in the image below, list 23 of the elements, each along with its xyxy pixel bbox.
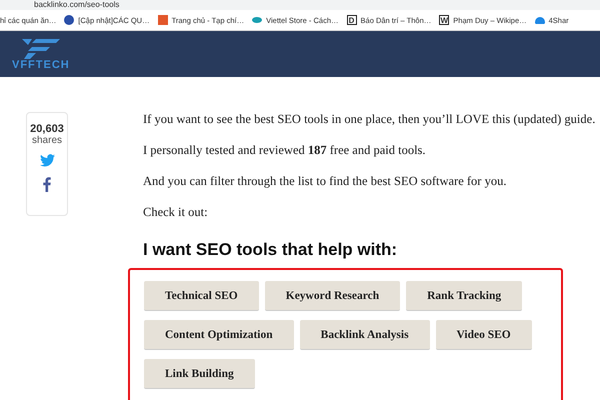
intro-paragraph: Check it out: bbox=[143, 205, 209, 220]
filter-option[interactable]: Rank Tracking bbox=[406, 281, 522, 311]
filter-heading: I want SEO tools that help with: bbox=[143, 240, 398, 260]
logo-text: VFFTECH bbox=[12, 59, 70, 71]
filter-option[interactable]: Technical SEO bbox=[144, 281, 259, 311]
filter-option[interactable]: Link Building bbox=[144, 359, 255, 389]
intro-paragraph: If you want to see the best SEO tools in one place, then you’ll LOVE this (updated) guide. bbox=[143, 112, 596, 127]
share-count: 20,603 bbox=[30, 123, 64, 135]
share-label: shares bbox=[32, 135, 62, 146]
filter-option[interactable]: Video SEO bbox=[436, 320, 532, 350]
square-icon bbox=[158, 15, 168, 25]
intro-paragraph: And you can filter through the list to find the best SEO software for you. bbox=[143, 174, 508, 189]
letter-f-icon[interactable] bbox=[43, 177, 51, 192]
address-text[interactable]: backlinko.com/seo-tools bbox=[34, 0, 120, 10]
filter-option[interactable]: Content Optimization bbox=[144, 320, 294, 350]
logo-icon bbox=[20, 37, 62, 59]
cloud-icon bbox=[534, 16, 545, 24]
filter-option[interactable]: Backlink Analysis bbox=[300, 320, 430, 350]
letter-icon: W bbox=[439, 15, 450, 25]
letter-icon: D bbox=[346, 15, 357, 25]
filter-option[interactable]: Keyword Research bbox=[264, 281, 400, 311]
intro-paragraph: I personally tested and reviewed 187 free and paid tools. bbox=[143, 143, 427, 158]
bird-icon[interactable] bbox=[40, 154, 54, 167]
